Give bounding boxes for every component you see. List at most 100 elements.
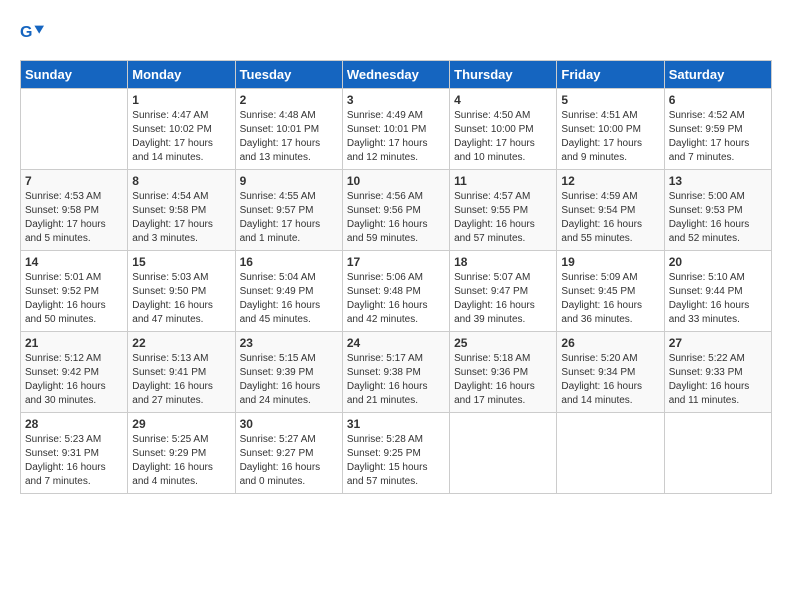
day-info: Sunrise: 5:07 AM Sunset: 9:47 PM Dayligh… <box>454 271 552 327</box>
calendar-header-row: SundayMondayTuesdayWednesdayThursdayFrid… <box>21 61 772 89</box>
logo: G <box>20 20 48 44</box>
day-info: Sunrise: 5:01 AM Sunset: 9:52 PM Dayligh… <box>25 271 123 327</box>
day-info: Sunrise: 5:15 AM Sunset: 9:39 PM Dayligh… <box>240 352 338 408</box>
calendar-cell <box>664 413 771 494</box>
calendar-cell: 10Sunrise: 4:56 AM Sunset: 9:56 PM Dayli… <box>342 170 449 251</box>
day-info: Sunrise: 5:12 AM Sunset: 9:42 PM Dayligh… <box>25 352 123 408</box>
header-sunday: Sunday <box>21 61 128 89</box>
calendar-cell: 5 Sunrise: 4:51 AM Sunset: 10:00 PM Dayli… <box>557 89 664 170</box>
day-number: 14 <box>25 255 123 269</box>
calendar-body: 1Sunrise: 4:47 AM Sunset: 10:02 PM Dayli… <box>21 89 772 494</box>
day-info: Sunrise: 5:04 AM Sunset: 9:49 PM Dayligh… <box>240 271 338 327</box>
day-number: 29 <box>132 417 230 431</box>
day-number: 22 <box>132 336 230 350</box>
day-number: 6 <box>669 93 767 107</box>
calendar-cell: 17Sunrise: 5:06 AM Sunset: 9:48 PM Dayli… <box>342 251 449 332</box>
day-number: 5 <box>561 93 659 107</box>
day-number: 28 <box>25 417 123 431</box>
day-number: 9 <box>240 174 338 188</box>
day-info: Sunrise: 5:23 AM Sunset: 9:31 PM Dayligh… <box>25 433 123 489</box>
day-number: 30 <box>240 417 338 431</box>
day-number: 10 <box>347 174 445 188</box>
calendar-cell <box>21 89 128 170</box>
calendar-cell: 27 Sunrise: 5:22 AM Sunset: 9:33 PM Dayli… <box>664 332 771 413</box>
calendar-cell: 7Sunrise: 4:53 AM Sunset: 9:58 PM Daylig… <box>21 170 128 251</box>
header-wednesday: Wednesday <box>342 61 449 89</box>
calendar-week-1: 1Sunrise: 4:47 AM Sunset: 10:02 PM Dayli… <box>21 89 772 170</box>
day-info: Sunrise: 5:18 AM Sunset: 9:36 PM Dayligh… <box>454 352 552 408</box>
day-info: Sunrise: 5:00 AM Sunset: 9:53 PM Dayligh… <box>669 190 767 246</box>
logo-icon: G <box>20 20 44 44</box>
day-number: 15 <box>132 255 230 269</box>
day-info: Sunrise: 5:13 AM Sunset: 9:41 PM Dayligh… <box>132 352 230 408</box>
day-number: 20 <box>669 255 767 269</box>
calendar-week-3: 14 Sunrise: 5:01 AM Sunset: 9:52 PM Dayli… <box>21 251 772 332</box>
calendar-cell: 15 Sunrise: 5:03 AM Sunset: 9:50 PM Dayli… <box>128 251 235 332</box>
day-number: 12 <box>561 174 659 188</box>
header-thursday: Thursday <box>450 61 557 89</box>
day-number: 16 <box>240 255 338 269</box>
day-info: Sunrise: 4:59 AM Sunset: 9:54 PM Dayligh… <box>561 190 659 246</box>
day-info: Sunrise: 4:50 AM Sunset: 10:00 PM Daylig… <box>454 109 552 165</box>
calendar-cell: 1Sunrise: 4:47 AM Sunset: 10:02 PM Dayli… <box>128 89 235 170</box>
calendar-week-5: 28 Sunrise: 5:23 AM Sunset: 9:31 PM Dayli… <box>21 413 772 494</box>
day-info: Sunrise: 4:48 AM Sunset: 10:01 PM Daylig… <box>240 109 338 165</box>
day-info: Sunrise: 5:27 AM Sunset: 9:27 PM Dayligh… <box>240 433 338 489</box>
calendar-cell: 31 Sunrise: 5:28 AM Sunset: 9:25 PM Dayli… <box>342 413 449 494</box>
day-info: Sunrise: 5:22 AM Sunset: 9:33 PM Dayligh… <box>669 352 767 408</box>
calendar-week-2: 7Sunrise: 4:53 AM Sunset: 9:58 PM Daylig… <box>21 170 772 251</box>
day-number: 13 <box>669 174 767 188</box>
day-number: 18 <box>454 255 552 269</box>
day-info: Sunrise: 4:55 AM Sunset: 9:57 PM Dayligh… <box>240 190 338 246</box>
day-info: Sunrise: 5:10 AM Sunset: 9:44 PM Dayligh… <box>669 271 767 327</box>
calendar-cell: 12 Sunrise: 4:59 AM Sunset: 9:54 PM Dayli… <box>557 170 664 251</box>
day-number: 2 <box>240 93 338 107</box>
calendar-cell: 8 Sunrise: 4:54 AM Sunset: 9:58 PM Daylig… <box>128 170 235 251</box>
calendar-cell: 25Sunrise: 5:18 AM Sunset: 9:36 PM Dayli… <box>450 332 557 413</box>
calendar-cell: 29 Sunrise: 5:25 AM Sunset: 9:29 PM Dayli… <box>128 413 235 494</box>
calendar-cell: 28 Sunrise: 5:23 AM Sunset: 9:31 PM Dayli… <box>21 413 128 494</box>
day-number: 31 <box>347 417 445 431</box>
day-info: Sunrise: 5:20 AM Sunset: 9:34 PM Dayligh… <box>561 352 659 408</box>
day-number: 27 <box>669 336 767 350</box>
day-number: 1 <box>132 93 230 107</box>
day-info: Sunrise: 5:17 AM Sunset: 9:38 PM Dayligh… <box>347 352 445 408</box>
header-tuesday: Tuesday <box>235 61 342 89</box>
day-info: Sunrise: 4:57 AM Sunset: 9:55 PM Dayligh… <box>454 190 552 246</box>
day-number: 21 <box>25 336 123 350</box>
header-friday: Friday <box>557 61 664 89</box>
day-info: Sunrise: 4:49 AM Sunset: 10:01 PM Daylig… <box>347 109 445 165</box>
calendar-cell <box>450 413 557 494</box>
calendar-week-4: 21 Sunrise: 5:12 AM Sunset: 9:42 PM Dayli… <box>21 332 772 413</box>
calendar-cell: 13 Sunrise: 5:00 AM Sunset: 9:53 PM Dayli… <box>664 170 771 251</box>
calendar-cell: 11 Sunrise: 4:57 AM Sunset: 9:55 PM Dayli… <box>450 170 557 251</box>
day-number: 24 <box>347 336 445 350</box>
day-info: Sunrise: 4:51 AM Sunset: 10:00 PM Daylig… <box>561 109 659 165</box>
calendar-cell: 3Sunrise: 4:49 AM Sunset: 10:01 PM Dayli… <box>342 89 449 170</box>
day-info: Sunrise: 5:25 AM Sunset: 9:29 PM Dayligh… <box>132 433 230 489</box>
calendar-cell: 20 Sunrise: 5:10 AM Sunset: 9:44 PM Dayli… <box>664 251 771 332</box>
day-info: Sunrise: 4:54 AM Sunset: 9:58 PM Dayligh… <box>132 190 230 246</box>
calendar-cell: 16 Sunrise: 5:04 AM Sunset: 9:49 PM Dayli… <box>235 251 342 332</box>
calendar-cell: 6Sunrise: 4:52 AM Sunset: 9:59 PM Daylig… <box>664 89 771 170</box>
calendar-table: SundayMondayTuesdayWednesdayThursdayFrid… <box>20 60 772 494</box>
day-number: 17 <box>347 255 445 269</box>
calendar-cell: 23 Sunrise: 5:15 AM Sunset: 9:39 PM Dayli… <box>235 332 342 413</box>
calendar-cell: 4Sunrise: 4:50 AM Sunset: 10:00 PM Dayli… <box>450 89 557 170</box>
day-number: 19 <box>561 255 659 269</box>
calendar-cell: 9 Sunrise: 4:55 AM Sunset: 9:57 PM Daylig… <box>235 170 342 251</box>
day-number: 8 <box>132 174 230 188</box>
day-number: 26 <box>561 336 659 350</box>
day-info: Sunrise: 5:03 AM Sunset: 9:50 PM Dayligh… <box>132 271 230 327</box>
header-saturday: Saturday <box>664 61 771 89</box>
calendar-cell: 22 Sunrise: 5:13 AM Sunset: 9:41 PM Dayli… <box>128 332 235 413</box>
calendar-cell: 18 Sunrise: 5:07 AM Sunset: 9:47 PM Dayli… <box>450 251 557 332</box>
calendar-cell: 19 Sunrise: 5:09 AM Sunset: 9:45 PM Dayli… <box>557 251 664 332</box>
day-info: Sunrise: 5:09 AM Sunset: 9:45 PM Dayligh… <box>561 271 659 327</box>
day-number: 23 <box>240 336 338 350</box>
svg-text:G: G <box>20 24 32 41</box>
day-number: 11 <box>454 174 552 188</box>
calendar-cell: 14 Sunrise: 5:01 AM Sunset: 9:52 PM Dayli… <box>21 251 128 332</box>
page-header: G <box>20 20 772 44</box>
day-info: Sunrise: 5:28 AM Sunset: 9:25 PM Dayligh… <box>347 433 445 489</box>
